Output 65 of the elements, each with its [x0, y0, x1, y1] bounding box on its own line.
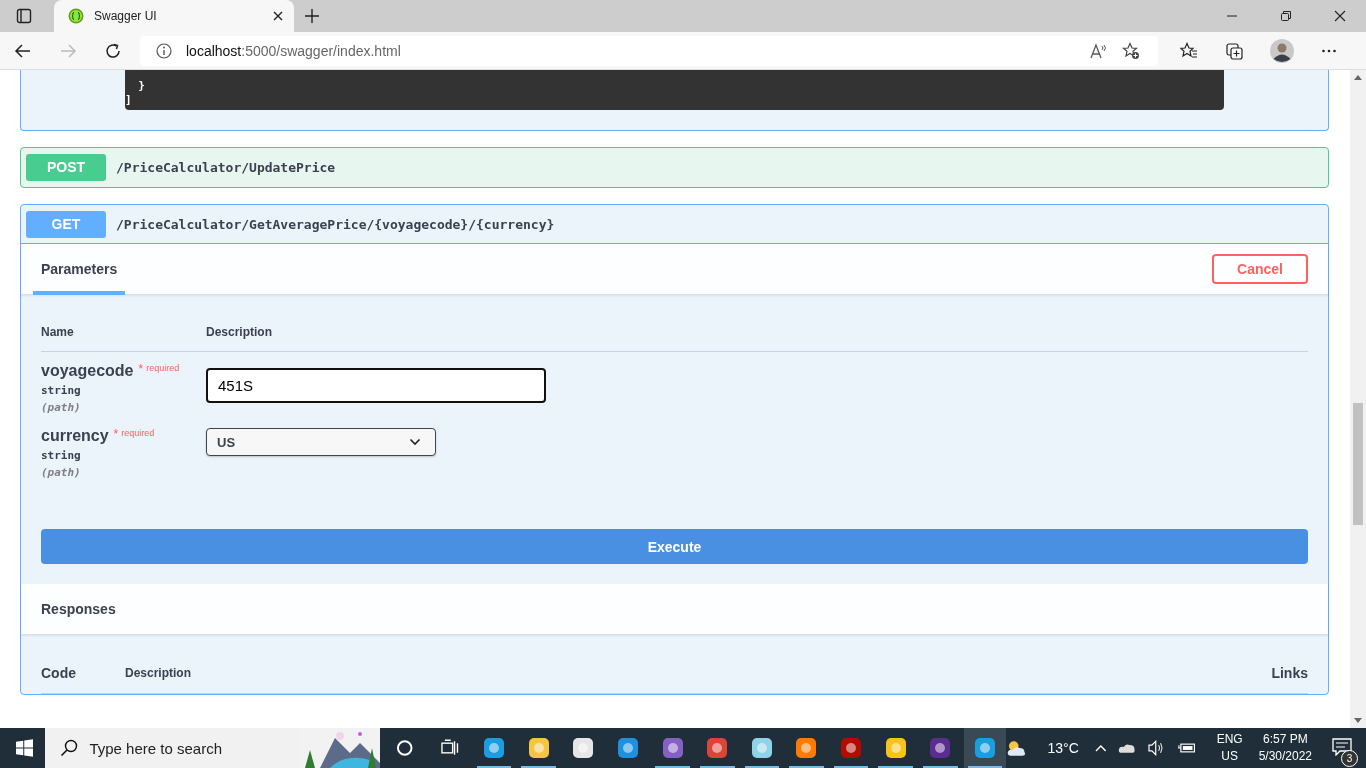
- swagger-logo-icon: [68, 8, 84, 24]
- scroll-down-icon[interactable]: [1354, 718, 1362, 723]
- code-line: ]: [125, 93, 133, 107]
- scroll-up-icon[interactable]: [1354, 75, 1362, 80]
- column-header: Description: [125, 666, 192, 680]
- region-indicator[interactable]: US: [1221, 748, 1238, 765]
- code-line: }: [137, 79, 146, 93]
- chevron-down-icon: [409, 438, 421, 446]
- parameter-name: currency: [41, 427, 109, 445]
- endpoint-path[interactable]: /PriceCalculator/UpdatePrice: [116, 159, 336, 175]
- chevron-up-icon[interactable]: [1094, 744, 1107, 752]
- scrollbar-thumb[interactable]: [1353, 403, 1363, 525]
- notifications-icon[interactable]: [1332, 737, 1353, 756]
- required-label: required: [121, 428, 155, 438]
- clock-date[interactable]: 5/30/2022: [1258, 748, 1313, 765]
- speaker-icon[interactable]: [1147, 740, 1166, 756]
- scrollbar[interactable]: [1350, 70, 1366, 728]
- parameter-name: voyagecode: [41, 362, 134, 380]
- restore-icon[interactable]: [1280, 10, 1292, 22]
- parameter-location: (path): [41, 401, 82, 414]
- close-tab-icon[interactable]: [272, 10, 284, 22]
- parameters-tab[interactable]: Parameters: [33, 246, 125, 295]
- battery-icon[interactable]: [1177, 742, 1197, 754]
- parameter-location: (path): [41, 466, 82, 479]
- column-header: Name: [41, 325, 75, 339]
- tab-title: Swagger UI: [94, 9, 158, 23]
- method-badge: GET: [26, 210, 106, 238]
- back-icon[interactable]: [14, 41, 32, 60]
- cloud-sun-icon[interactable]: [1006, 739, 1028, 757]
- clock-time[interactable]: 6:57 PM: [1263, 731, 1308, 748]
- collections-icon[interactable]: [1225, 41, 1243, 60]
- info-icon[interactable]: [156, 42, 172, 59]
- parameter-type: string: [41, 384, 82, 397]
- search-icon: [60, 739, 79, 757]
- notification-count: 3: [1341, 749, 1359, 767]
- close-window-icon[interactable]: [1334, 10, 1346, 22]
- tab-actions-icon[interactable]: [16, 8, 32, 24]
- method-badge: POST: [26, 153, 106, 181]
- required-mark: *: [113, 427, 119, 441]
- url-text: localhost:5000/swagger/index.html: [186, 42, 401, 59]
- add-favorite-icon[interactable]: [1122, 41, 1140, 60]
- required-label: required: [146, 363, 180, 373]
- column-header: Links: [1271, 665, 1308, 681]
- task-view-icon[interactable]: [441, 739, 459, 757]
- cortana-icon[interactable]: [396, 739, 414, 757]
- windows-start-icon[interactable]: [16, 739, 34, 757]
- cloud-icon[interactable]: [1118, 742, 1136, 754]
- favorites-icon[interactable]: [1180, 41, 1198, 60]
- address-bar[interactable]: localhost:5000/swagger/index.html: [140, 35, 1158, 66]
- profile-avatar-icon[interactable]: [1270, 38, 1294, 63]
- taskbar-search-field[interactable]: Type here to search: [45, 728, 380, 768]
- responses-heading: Responses: [41, 601, 116, 617]
- currency-dropdown[interactable]: US: [206, 428, 436, 456]
- read-aloud-icon[interactable]: [1090, 41, 1108, 60]
- browser-tab[interactable]: Swagger UI: [54, 0, 294, 32]
- new-tab-icon[interactable]: [304, 8, 320, 24]
- input-field[interactable]: 451S: [206, 368, 546, 403]
- language-indicator[interactable]: ENG: [1216, 731, 1243, 748]
- temperature[interactable]: 13°C: [1047, 740, 1079, 756]
- column-header: Description: [206, 325, 272, 339]
- endpoint-path[interactable]: /PriceCalculator/GetAveragePrice/{voyagecode}/{currency}: [116, 216, 555, 232]
- parameter-type: string: [41, 449, 82, 462]
- column-header: Code: [41, 665, 77, 681]
- required-mark: *: [138, 362, 144, 376]
- reload-icon[interactable]: [104, 41, 122, 60]
